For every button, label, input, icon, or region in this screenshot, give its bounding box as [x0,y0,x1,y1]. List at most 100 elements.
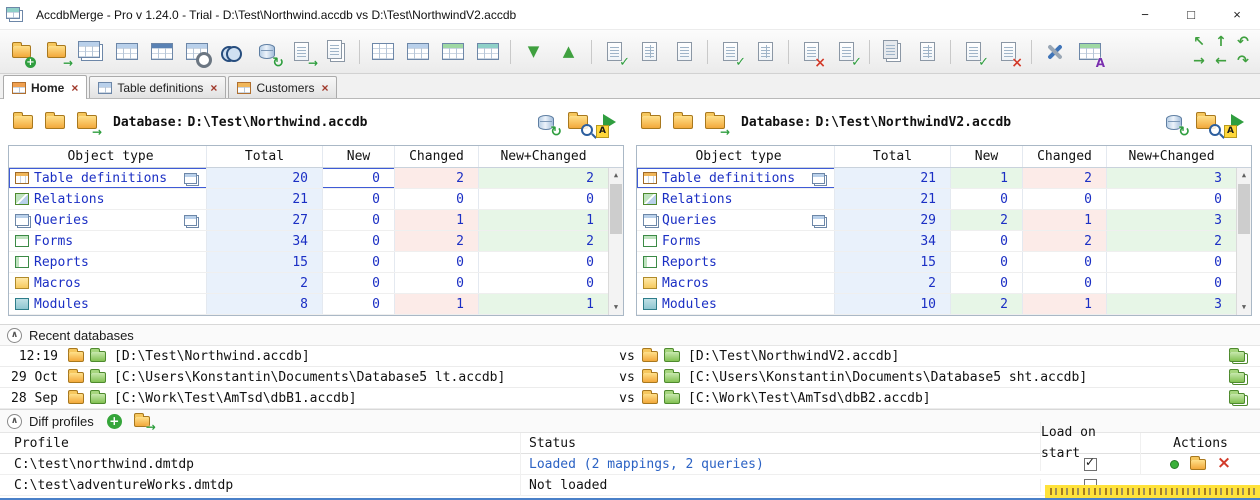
swap-databases-icon[interactable] [700,108,730,138]
tab-table-definitions[interactable]: Table definitions × [89,76,227,98]
open-database-icon[interactable] [8,108,37,136]
open-left-database-icon[interactable] [66,389,86,406]
open-database-icon[interactable] [636,108,665,136]
object-row[interactable]: Table definitions 21 1 2 3 [637,168,1236,189]
open-profile-folder-icon[interactable] [1189,455,1207,471]
search-objects-icon[interactable] [563,108,593,136]
open-profile-button[interactable] [129,411,156,433]
compare-pair-icon[interactable] [1226,347,1252,364]
vertical-scrollbar[interactable] [608,168,623,315]
report-ok-icon[interactable] [831,37,862,69]
search-objects-icon[interactable] [1191,108,1221,136]
report-error-icon[interactable] [796,37,827,69]
search-icon[interactable] [216,37,247,67]
grid-plain-icon[interactable] [367,37,398,67]
open-right-database-icon[interactable] [640,347,660,364]
minimize-button[interactable]: − [1122,0,1168,29]
script-check-icon[interactable] [715,37,746,69]
copy-icon[interactable] [812,172,825,184]
open-right-database-icon[interactable] [640,368,660,385]
open-left-database-icon[interactable] [66,368,86,385]
form-design-icon[interactable] [181,37,212,68]
object-row[interactable]: Relations 21 0 0 0 [9,189,608,210]
tab-close-icon[interactable]: × [210,82,217,94]
page-blue-icon[interactable] [912,37,943,67]
tab-customers[interactable]: Customers × [228,76,338,98]
object-row[interactable]: Modules 8 0 1 1 [9,294,608,315]
open-folder-icon[interactable] [668,108,697,136]
close-button[interactable]: × [1214,0,1260,29]
nav-right-icon[interactable]: → [1189,52,1209,70]
copy-icon[interactable] [812,214,825,226]
object-row[interactable]: Table definitions 20 0 2 2 [9,168,608,189]
browse-right-database-icon[interactable] [662,389,682,406]
object-row[interactable]: Forms 34 0 2 2 [637,231,1236,252]
add-profile-button[interactable] [106,413,122,429]
open-right-database-icon[interactable] [640,389,660,406]
collapse-icon[interactable] [7,327,22,343]
grid-green-icon[interactable] [437,37,468,67]
doc-check-icon[interactable] [958,37,989,69]
report-plain-icon[interactable] [669,37,700,67]
browse-right-database-icon[interactable] [662,347,682,364]
browse-left-database-icon[interactable] [88,368,108,385]
report-grid-icon[interactable] [634,37,665,67]
table-icon[interactable] [111,37,142,67]
tab-home[interactable]: Home × [3,75,88,99]
pages-gray-icon[interactable] [877,37,908,67]
object-row[interactable]: Reports 15 0 0 0 [637,252,1236,273]
browse-right-database-icon[interactable] [662,368,682,385]
scroll-up-icon[interactable] [609,168,623,183]
nav-up-left-icon[interactable]: ↖ [1189,33,1209,51]
copy-tables-icon[interactable] [76,37,107,67]
run-compare-icon[interactable] [595,108,624,138]
browse-left-database-icon[interactable] [88,389,108,406]
scroll-down-icon[interactable] [609,300,623,315]
collapse-icon[interactable] [7,413,22,429]
profile-row[interactable]: C:\test\northwind.dmtdp Loaded (2 mapping… [0,453,1260,475]
vertical-scrollbar[interactable] [1236,168,1251,315]
scroll-thumb[interactable] [1238,184,1250,234]
nav-undo-icon[interactable]: ↶ [1233,33,1253,51]
move-down-icon[interactable]: ▼ [518,37,549,67]
grid-teal-icon[interactable] [472,37,503,67]
scroll-down-icon[interactable] [1237,300,1251,315]
object-row[interactable]: Macros 2 0 0 0 [637,273,1236,294]
copy-icon[interactable] [184,214,197,226]
refresh-database-icon[interactable] [531,108,562,139]
refresh-database-icon[interactable] [1159,108,1190,139]
object-row[interactable]: Relations 21 0 0 0 [637,189,1236,210]
doc-error-icon[interactable] [993,37,1024,69]
object-row[interactable]: Queries 29 2 1 3 [637,210,1236,231]
copy-icon[interactable] [184,172,197,184]
open-left-database-icon[interactable] [66,347,86,364]
load-on-start-checkbox[interactable] [1084,456,1097,471]
import-file-icon[interactable] [286,37,318,69]
browse-left-database-icon[interactable] [88,347,108,364]
object-row[interactable]: Reports 15 0 0 0 [9,252,608,273]
tab-close-icon[interactable]: × [71,82,78,94]
recent-database-row[interactable]: 28 Sep [C:\Work\Test\AmTsd\dbB1.accdb] vs [… [0,388,1260,409]
script-grid-icon[interactable] [750,37,781,67]
grid-blue-icon[interactable] [402,37,433,67]
settings-icon[interactable] [1039,37,1070,67]
delete-profile-icon[interactable] [1217,454,1231,475]
scroll-thumb[interactable] [610,184,622,234]
font-table-icon[interactable] [1074,37,1105,69]
compare-pair-icon[interactable] [1226,368,1252,385]
object-row[interactable]: Macros 2 0 0 0 [9,273,608,294]
recent-database-row[interactable]: 29 Oct [C:\Users\Konstantin\Documents\Dat… [0,367,1260,388]
move-up-icon[interactable]: ▲ [553,37,584,67]
compare-pair-icon[interactable] [1226,389,1252,406]
report-check-icon[interactable] [599,37,630,69]
object-row[interactable]: Forms 34 0 2 2 [9,231,608,252]
maximize-button[interactable]: □ [1168,0,1214,29]
open-database-icon[interactable] [41,37,73,69]
open-folder-icon[interactable] [40,108,69,136]
nav-up-icon[interactable]: ↑ [1211,33,1231,51]
recent-database-row[interactable]: 12:19 [D:\Test\Northwind.accdb] vs [D:\Test… [0,346,1260,367]
nav-redo-icon[interactable]: ↷ [1233,52,1253,70]
refresh-databases-icon[interactable] [251,37,284,70]
select-query-icon[interactable] [146,37,177,67]
copy-icon[interactable] [321,37,352,67]
